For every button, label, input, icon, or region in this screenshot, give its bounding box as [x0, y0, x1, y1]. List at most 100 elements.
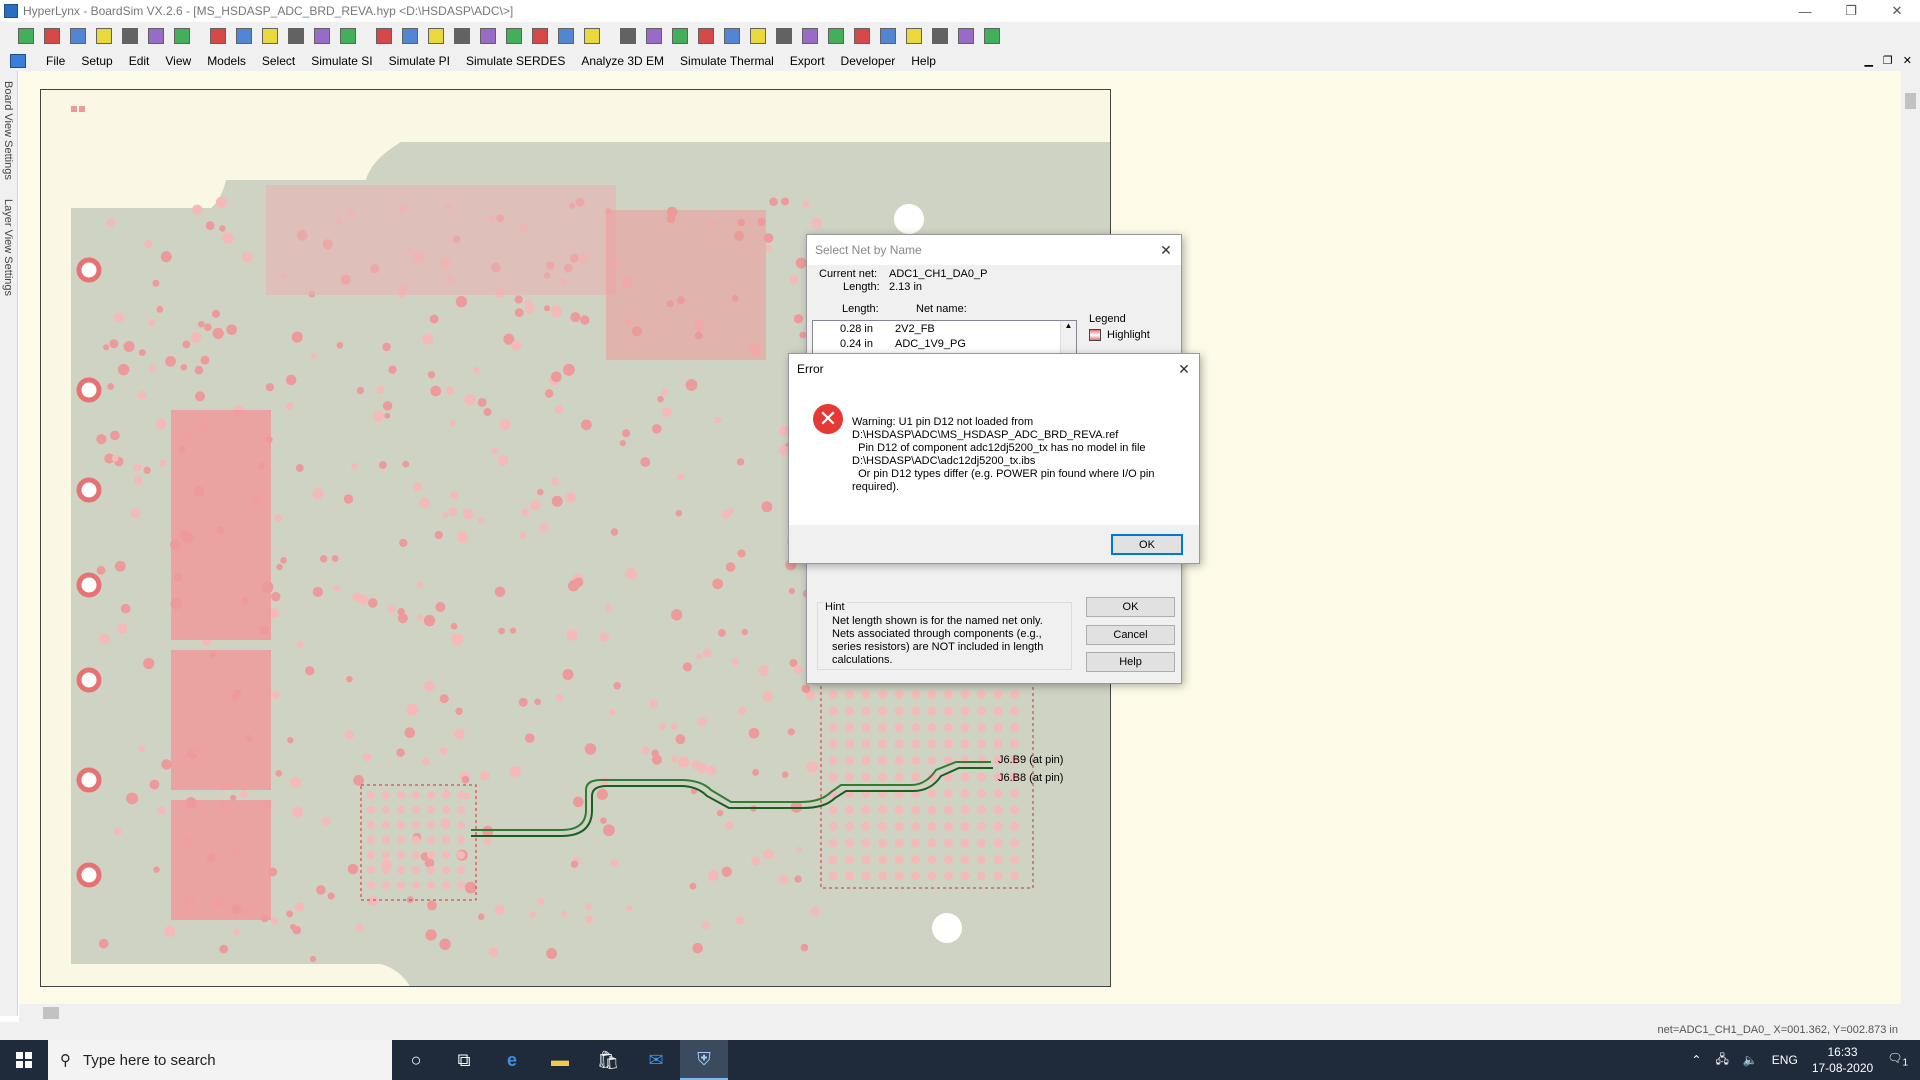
- tdr-icon[interactable]: [902, 24, 926, 48]
- via-pad: [133, 463, 142, 472]
- error-close-button[interactable]: ✕: [1169, 361, 1199, 378]
- via-pad: [294, 902, 305, 912]
- sparams-icon[interactable]: [616, 24, 640, 48]
- ok-button[interactable]: OK: [1086, 597, 1175, 617]
- print-preview-icon[interactable]: [92, 24, 116, 48]
- via-model-icon[interactable]: [824, 24, 848, 48]
- horizontal-scroll-thumb[interactable]: [43, 1007, 59, 1019]
- edit-board-icon[interactable]: [144, 24, 168, 48]
- mdi-close-button[interactable]: ✕: [1903, 54, 1912, 67]
- close-button[interactable]: ✕: [1874, 0, 1920, 22]
- menu-select[interactable]: Select: [254, 54, 303, 68]
- mail-icon[interactable]: ✉: [632, 1040, 680, 1080]
- via-pad: [453, 728, 465, 740]
- board-view-settings-tab[interactable]: Board View Settings: [2, 81, 14, 180]
- zoom-in-icon[interactable]: [206, 24, 230, 48]
- via-pad: [219, 944, 229, 954]
- menu-simulate-si[interactable]: Simulate SI: [303, 54, 380, 68]
- clock[interactable]: 16:33 17-08-2020: [1812, 1044, 1873, 1076]
- waveform-icon[interactable]: [850, 24, 874, 48]
- menu-help[interactable]: Help: [903, 54, 944, 68]
- menu-file[interactable]: File: [38, 54, 73, 68]
- via-pad: [599, 632, 610, 642]
- taskbar-search[interactable]: ⚲ Type here to search: [48, 1040, 392, 1080]
- cortana-icon[interactable]: ○: [392, 1040, 440, 1080]
- open-icon[interactable]: [40, 24, 64, 48]
- help-icon[interactable]: [980, 24, 1004, 48]
- restore-button[interactable]: ❐: [1828, 0, 1874, 22]
- list-item[interactable]: 0.24 in ADC_1V9_PG: [813, 336, 1076, 351]
- menu-setup[interactable]: Setup: [73, 54, 120, 68]
- minimize-button[interactable]: —: [1782, 0, 1828, 22]
- mdi-minimize-button[interactable]: ▁: [1864, 54, 1872, 67]
- blank-icon[interactable]: [336, 24, 360, 48]
- layer-icon[interactable]: [798, 24, 822, 48]
- select-net-close-button[interactable]: ✕: [1151, 242, 1181, 259]
- oscilloscope-icon[interactable]: [502, 24, 526, 48]
- listbox-scrollbar[interactable]: ▲: [1060, 321, 1076, 355]
- start-button[interactable]: [0, 1040, 48, 1080]
- impedance-icon[interactable]: [720, 24, 744, 48]
- menu-models[interactable]: Models: [199, 54, 254, 68]
- save-icon[interactable]: [66, 24, 90, 48]
- decap-icon[interactable]: [668, 24, 692, 48]
- sweep-icon[interactable]: [746, 24, 770, 48]
- via-pad: [529, 911, 537, 919]
- net-listbox[interactable]: 0.28 in 2V2_FB 0.24 in ADC_1V9_PG ▲: [812, 320, 1077, 356]
- notification-icon[interactable]: 🗨1: [1887, 1051, 1908, 1068]
- probes-icon[interactable]: [450, 24, 474, 48]
- bga-pin: [1010, 855, 1019, 864]
- document-icon[interactable]: [10, 53, 26, 68]
- zoom-fit-icon[interactable]: [258, 24, 282, 48]
- horizontal-scrollbar[interactable]: [19, 1004, 1901, 1022]
- error-ok-button[interactable]: OK: [1111, 534, 1183, 555]
- new-board-icon[interactable]: [14, 24, 38, 48]
- menu-view[interactable]: View: [157, 54, 199, 68]
- cancel-button[interactable]: Cancel: [1086, 625, 1175, 645]
- zoom-out-icon[interactable]: [232, 24, 256, 48]
- bga-pin: [1010, 706, 1019, 716]
- eye-icon[interactable]: [476, 24, 500, 48]
- print-icon[interactable]: [118, 24, 142, 48]
- layer-view-settings-tab[interactable]: Layer View Settings: [2, 199, 14, 296]
- language-indicator[interactable]: ENG: [1772, 1053, 1798, 1067]
- menu-simulate-thermal[interactable]: Simulate Thermal: [672, 54, 782, 68]
- network-icon[interactable]: 🖧: [1715, 1050, 1728, 1071]
- vias-icon[interactable]: [284, 24, 308, 48]
- list-item[interactable]: 0.28 in 2V2_FB: [813, 321, 1076, 336]
- select-net-icon[interactable]: [372, 24, 396, 48]
- dc-drop-icon[interactable]: [642, 24, 666, 48]
- plane-noise-icon[interactable]: [694, 24, 718, 48]
- report-icon[interactable]: [772, 24, 796, 48]
- volume-icon[interactable]: 🔈: [1743, 1053, 1758, 1067]
- menu-analyze-3d-em[interactable]: Analyze 3D EM: [573, 54, 672, 68]
- bga-pin: [412, 791, 420, 799]
- emc-icon[interactable]: [580, 24, 604, 48]
- thermal-icon[interactable]: [928, 24, 952, 48]
- task-view-icon[interactable]: ⧉: [440, 1040, 488, 1080]
- channel-icon[interactable]: [876, 24, 900, 48]
- store-icon[interactable]: 🛍: [584, 1040, 632, 1080]
- via-pad: [610, 528, 619, 536]
- menu-developer[interactable]: Developer: [833, 54, 904, 68]
- file-explorer-icon[interactable]: ▬: [536, 1040, 584, 1080]
- spectrum-icon[interactable]: [528, 24, 552, 48]
- mdi-restore-button[interactable]: ❐: [1883, 54, 1893, 67]
- edit-stackup-icon[interactable]: [170, 24, 194, 48]
- menu-simulate-serdes[interactable]: Simulate SERDES: [458, 54, 573, 68]
- edge-browser-icon[interactable]: e: [488, 1040, 536, 1080]
- crosstalk-icon[interactable]: [424, 24, 448, 48]
- vertical-scrollbar[interactable]: [1901, 71, 1920, 1004]
- menu-export[interactable]: Export: [782, 54, 833, 68]
- pads-icon[interactable]: [310, 24, 334, 48]
- help-button[interactable]: Help: [1086, 652, 1175, 672]
- menu-simulate-pi[interactable]: Simulate PI: [381, 54, 458, 68]
- power-icon[interactable]: [954, 24, 978, 48]
- menu-edit[interactable]: Edit: [121, 54, 158, 68]
- hyperlynx-taskbar-icon[interactable]: ⛨: [680, 1040, 728, 1080]
- via-pad: [412, 482, 423, 492]
- tray-overflow-icon[interactable]: ⌃: [1691, 1053, 1701, 1067]
- terminator-wizard-icon[interactable]: [398, 24, 422, 48]
- vertical-scroll-thumb[interactable]: [1905, 93, 1916, 109]
- batch-icon[interactable]: [554, 24, 578, 48]
